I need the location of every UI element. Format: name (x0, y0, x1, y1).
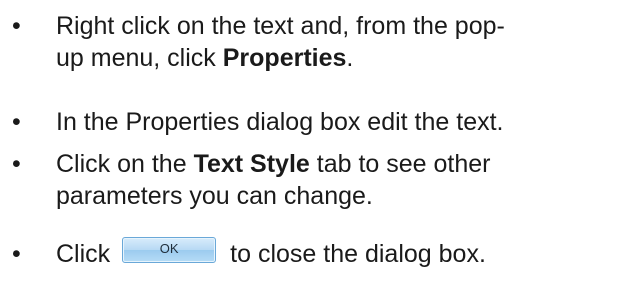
text-run: Click (56, 240, 111, 268)
instruction-list: • Right click on the text and, from the … (0, 0, 634, 287)
ok-button[interactable]: OK (122, 237, 217, 264)
bullet-icon: • (12, 108, 21, 136)
bullet-icon: • (12, 240, 21, 268)
list-item-text: Click OK to close the dialog box. (56, 237, 634, 270)
bullet-icon: • (12, 12, 21, 40)
text-run: . (346, 44, 354, 72)
text-line: up menu, click Properties. (56, 42, 634, 74)
text-run: up menu, click (56, 44, 223, 72)
text-run: tab to see other (309, 150, 491, 178)
bold-term: Properties (222, 44, 347, 72)
text-run: Click on the (56, 150, 194, 178)
list-item-text: Click on the Text Style tab to see other… (56, 148, 634, 212)
list-item-text: In the Properties dialog box edit the te… (56, 106, 634, 138)
text-line: Click on the Text Style tab to see other (56, 148, 634, 180)
text-line: In the Properties dialog box edit the te… (56, 108, 504, 136)
text-line: parameters you can change. (56, 182, 373, 210)
list-item-text: Right click on the text and, from the po… (56, 10, 634, 74)
bullet-icon: • (12, 150, 21, 178)
bold-term: Text Style (193, 150, 310, 178)
text-run: to close the dialog box. (230, 240, 486, 268)
text-line: Right click on the text and, from the po… (56, 12, 505, 40)
